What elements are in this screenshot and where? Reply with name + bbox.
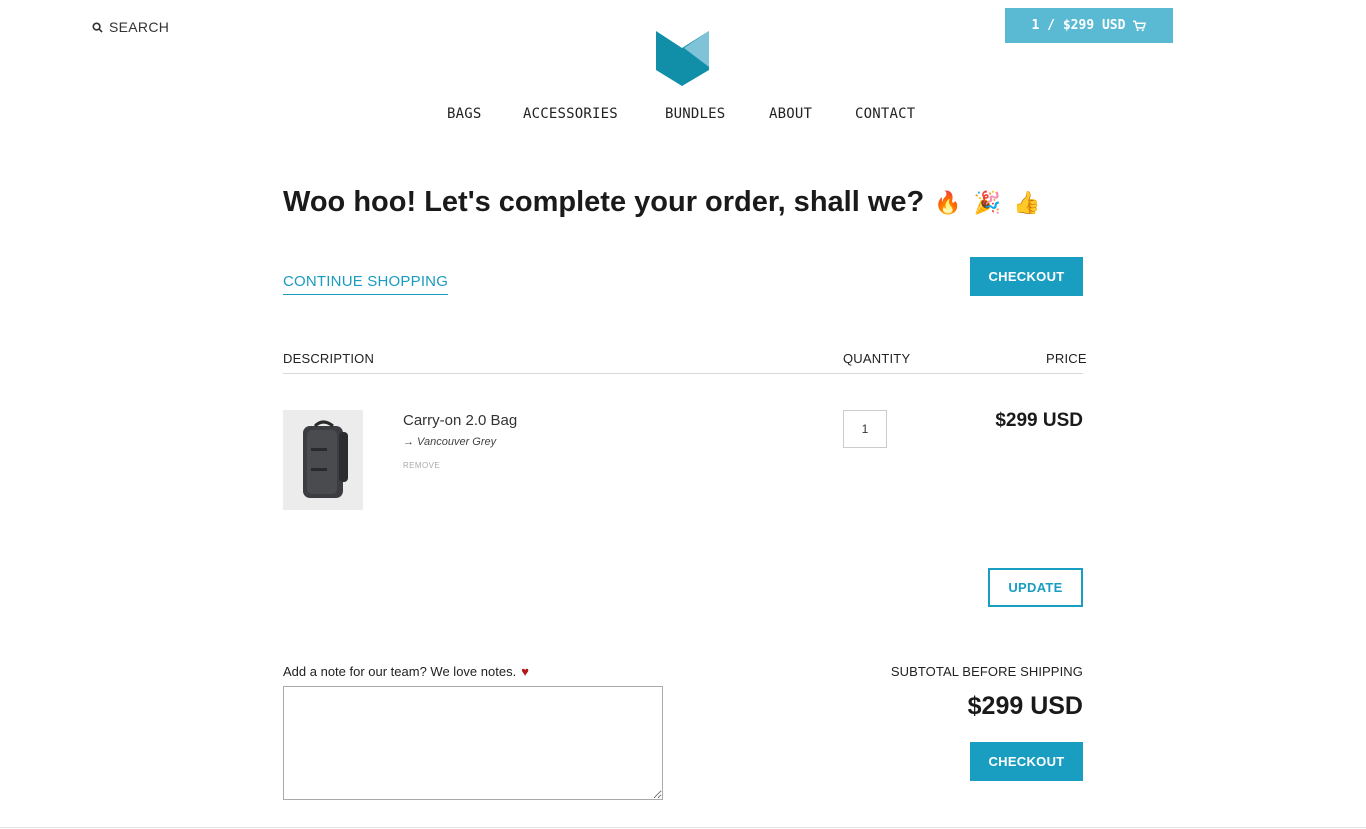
column-header-price: PRICE xyxy=(1046,351,1087,366)
brand-logo[interactable] xyxy=(655,31,711,87)
table-divider xyxy=(283,373,1083,374)
nav-bags[interactable]: BAGS xyxy=(447,106,482,122)
page-title: Woo hoo! Let's complete your order, shal… xyxy=(283,186,1040,219)
fire-icon: 🔥 xyxy=(934,189,962,215)
continue-shopping-link[interactable]: CONTINUE SHOPPING xyxy=(283,273,449,295)
checkout-button-top[interactable]: CHECKOUT xyxy=(970,257,1083,296)
heart-icon: ♥ xyxy=(521,664,529,679)
item-variant: → Vancouver Grey xyxy=(403,436,497,448)
update-button[interactable]: UPDATE xyxy=(988,568,1083,607)
column-header-description: DESCRIPTION xyxy=(283,351,375,366)
search-icon xyxy=(92,21,103,33)
subtotal-label: SUBTOTAL BEFORE SHIPPING xyxy=(890,664,1083,679)
cart-summary: 1 / $299 USD xyxy=(1031,18,1126,33)
backpack-image xyxy=(303,420,348,498)
checkout-button-bottom[interactable]: CHECKOUT xyxy=(970,742,1083,781)
nav-contact[interactable]: CONTACT xyxy=(855,106,915,122)
cart-icon xyxy=(1133,20,1147,31)
search-link[interactable]: SEARCH xyxy=(92,19,169,35)
item-title[interactable]: Carry-on 2.0 Bag xyxy=(403,412,517,429)
note-label: Add a note for our team? We love notes. … xyxy=(283,664,529,679)
subtotal-value: $299 USD xyxy=(967,692,1083,720)
party-popper-icon: 🎉 xyxy=(973,189,1002,215)
footer-divider xyxy=(0,827,1366,828)
thumbs-up-icon: 👍 xyxy=(1013,189,1041,215)
note-label-text: Add a note for our team? We love notes. xyxy=(283,664,517,679)
cart-button[interactable]: 1 / $299 USD xyxy=(1005,8,1173,43)
headline-emojis: 🔥 🎉 👍 xyxy=(934,190,1040,216)
product-thumbnail[interactable] xyxy=(283,410,363,510)
search-label: SEARCH xyxy=(109,19,170,35)
column-header-quantity: QUANTITY xyxy=(843,351,911,366)
quantity-input[interactable] xyxy=(843,410,887,448)
page-title-text: Woo hoo! Let's complete your order, shal… xyxy=(283,186,925,218)
remove-item-link[interactable]: REMOVE xyxy=(403,461,440,470)
nav-accessories[interactable]: ACCESSORIES xyxy=(523,106,618,122)
item-price: $299 USD xyxy=(995,410,1083,431)
order-note-field[interactable] xyxy=(283,686,663,800)
nav-about[interactable]: ABOUT xyxy=(769,106,812,122)
nav-bundles[interactable]: BUNDLES xyxy=(665,106,725,122)
